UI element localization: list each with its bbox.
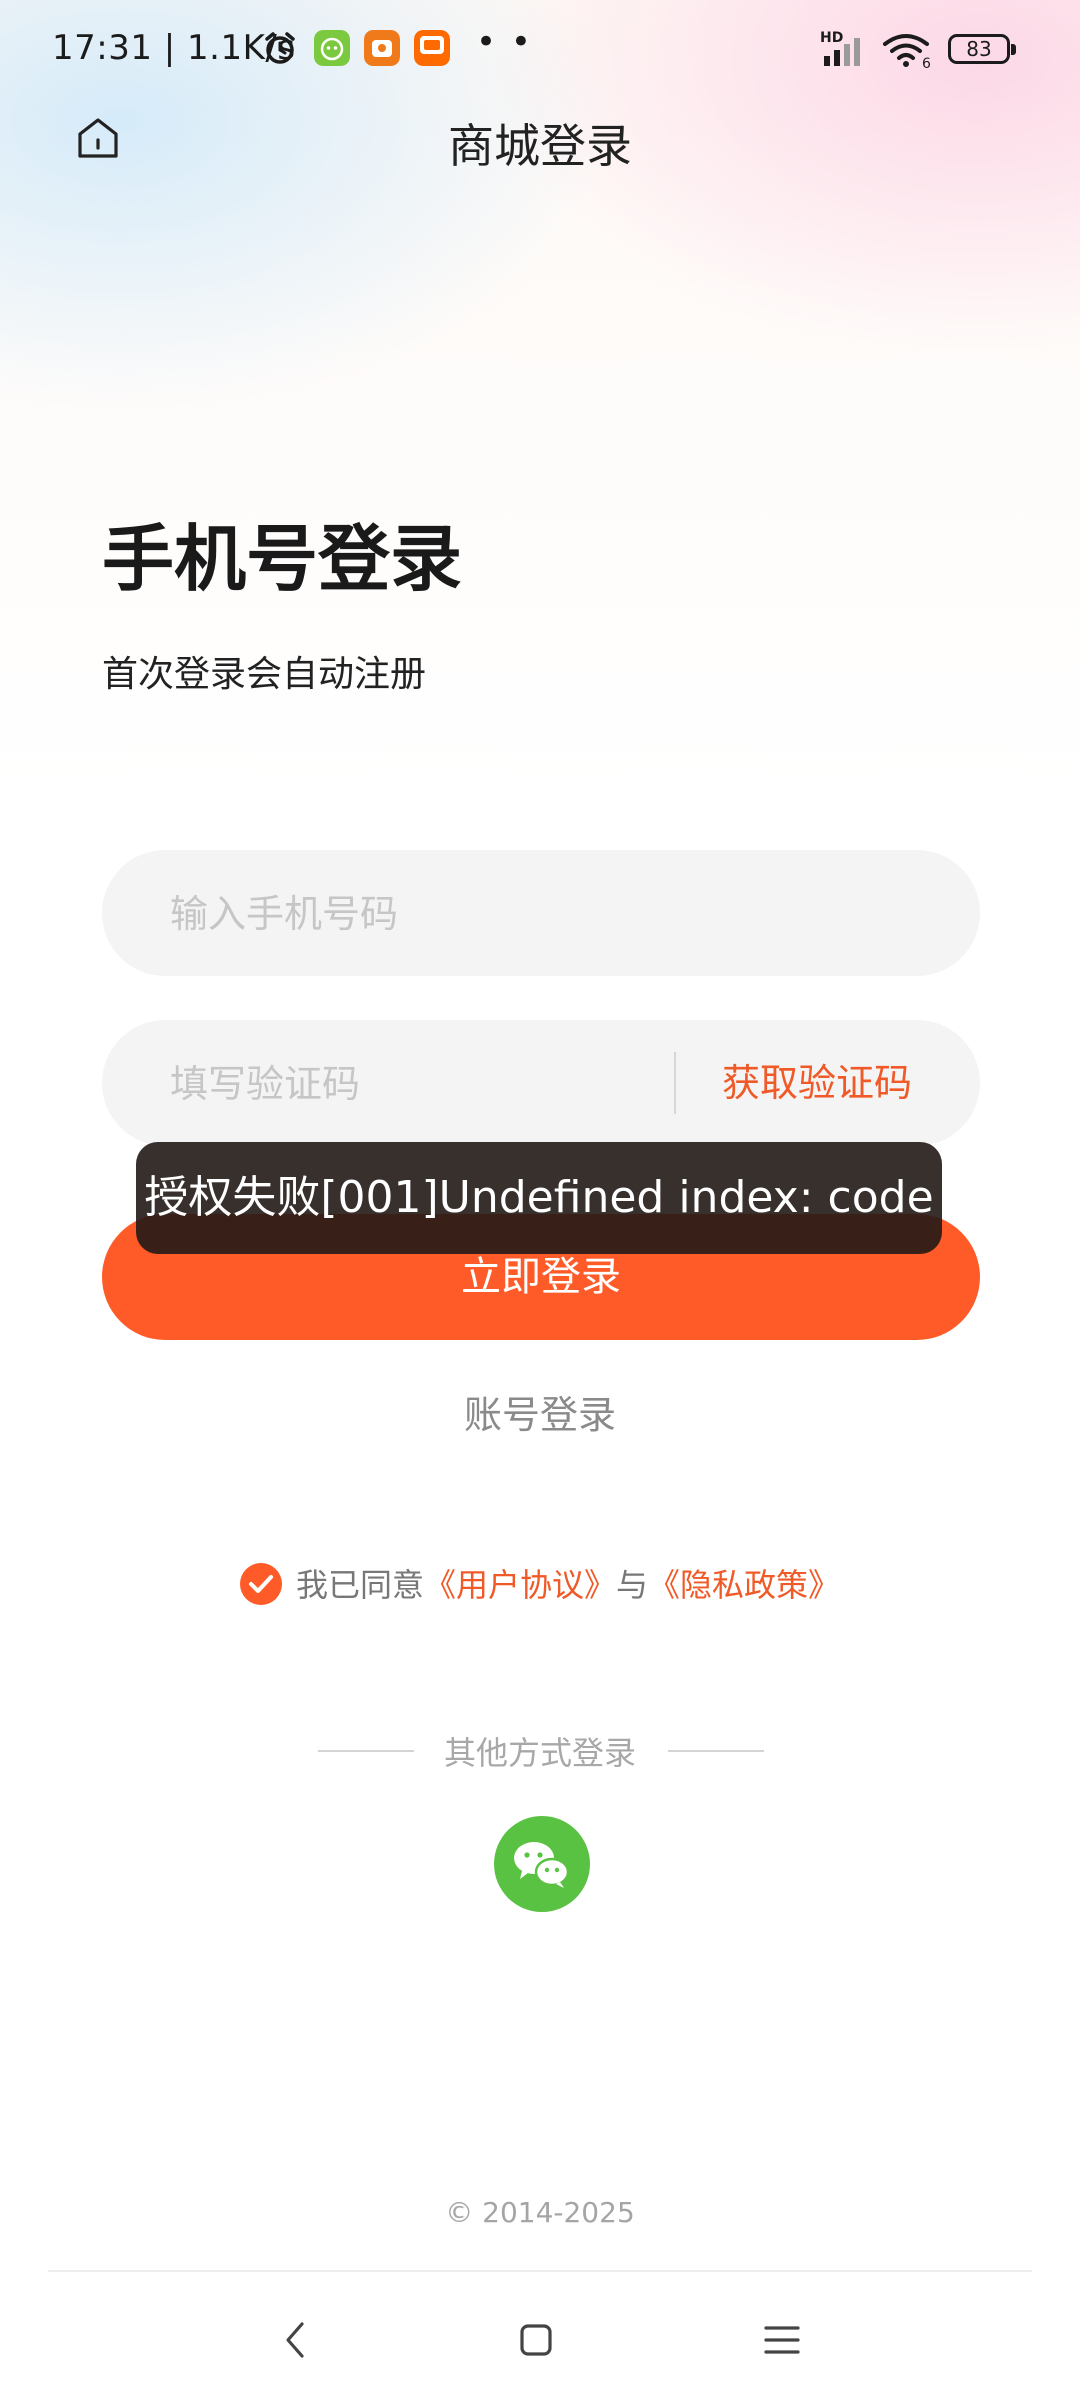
nav-divider xyxy=(48,2270,1032,2272)
menu-icon[interactable] xyxy=(752,2310,812,2370)
account-login-link[interactable]: 账号登录 xyxy=(0,1384,1080,1439)
checkmark-icon xyxy=(248,1575,273,1593)
orange-app-icon xyxy=(364,30,400,66)
battery-indicator: 83 xyxy=(948,34,1016,64)
agreement-joiner: 与 xyxy=(616,1566,649,1604)
privacy-policy-link[interactable]: 《隐私政策》 xyxy=(648,1566,840,1604)
code-field[interactable]: 获取验证码 xyxy=(102,1020,980,1148)
page-title: 商城登录 xyxy=(448,119,632,173)
agreement-row: 我已同意《用户协议》与《隐私政策》 xyxy=(0,1560,1080,1608)
divider-right xyxy=(668,1750,764,1752)
user-agreement-link[interactable]: 《用户协议》 xyxy=(424,1566,616,1604)
agreement-checkbox[interactable] xyxy=(239,1563,282,1605)
other-login-row: 其他方式登录 xyxy=(0,1728,1080,1774)
home-square-icon[interactable] xyxy=(506,2310,566,2370)
status-time: 17:31 | 1.1K/s xyxy=(52,28,296,68)
wechat-icon xyxy=(514,1842,570,1888)
back-icon[interactable] xyxy=(266,2310,326,2370)
login-subheading: 首次登录会自动注册 xyxy=(102,654,427,695)
get-code-button[interactable]: 获取验证码 xyxy=(722,1020,912,1146)
copyright-text: © 2014-2025 xyxy=(445,2196,635,2229)
code-input[interactable] xyxy=(168,1020,652,1148)
code-divider xyxy=(674,1052,676,1114)
wifi-badge: 6 xyxy=(922,56,931,72)
error-toast: 授权失败[001]Undefined index: code xyxy=(136,1142,942,1254)
signal-icon xyxy=(824,38,860,66)
green-app-icon xyxy=(314,30,350,66)
phone-field[interactable] xyxy=(102,850,980,978)
status-more-dots: • • xyxy=(476,22,533,62)
login-heading: 手机号登录 xyxy=(102,517,463,601)
wechat-login-button[interactable] xyxy=(494,1816,590,1912)
taobao-app-icon xyxy=(414,30,450,66)
agreement-prefix: 我已同意 xyxy=(295,1566,424,1604)
phone-input[interactable] xyxy=(168,850,932,978)
status-bar: 17:31 | 1.1K/s • • HD 6 83 xyxy=(0,0,1080,100)
alarm-clock-icon xyxy=(265,32,295,64)
other-login-label: 其他方式登录 xyxy=(443,1734,636,1772)
